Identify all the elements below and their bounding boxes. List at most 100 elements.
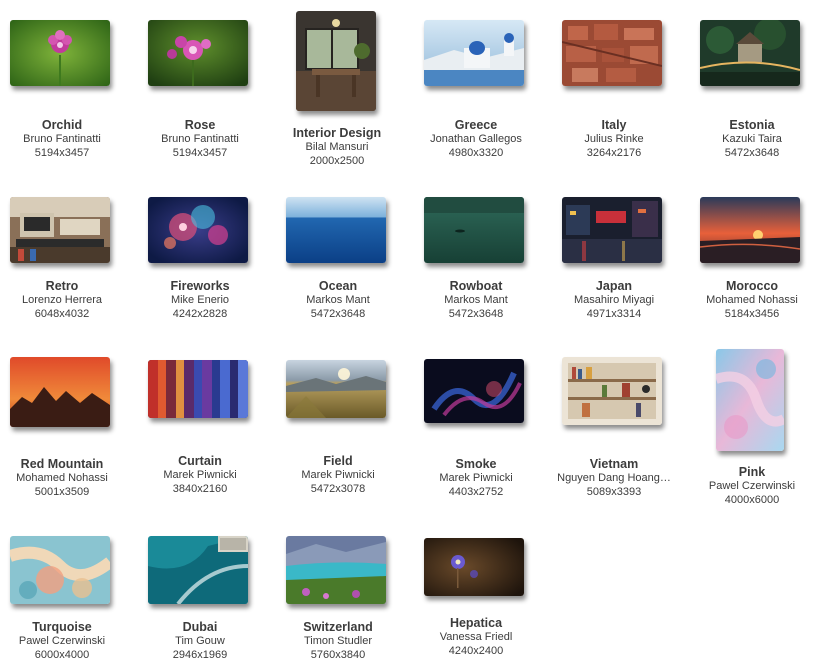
wallpaper-resolution: 5472x3648	[448, 308, 504, 320]
wallpaper-thumbnail[interactable]	[424, 538, 524, 596]
wallpaper-thumbnail[interactable]	[700, 20, 800, 86]
wallpaper-italy[interactable]: Italy Julius Rinke 3264x2176	[545, 18, 683, 168]
wallpaper-resolution: 6048x4032	[34, 308, 90, 320]
wallpaper-resolution: 4403x2752	[448, 486, 504, 498]
wallpaper-author: Marek Piwnicki	[301, 469, 375, 481]
wallpaper-title: Estonia	[729, 118, 775, 132]
wallpaper-title: Switzerland	[303, 620, 373, 634]
wallpaper-thumbnail[interactable]	[148, 536, 248, 604]
wallpaper-thumbnail[interactable]	[562, 357, 662, 425]
wallpaper-resolution: 5184x3456	[724, 308, 780, 320]
wallpaper-thumbnail[interactable]	[716, 349, 784, 451]
wallpaper-thumbnail[interactable]	[148, 197, 248, 263]
wallpaper-thumbnail[interactable]	[148, 360, 248, 418]
wallpaper-author: Mohamed Nohassi	[16, 472, 108, 484]
wallpaper-author: Masahiro Miyagi	[573, 294, 655, 306]
wallpaper-thumbnail[interactable]	[424, 20, 524, 86]
wallpaper-resolution: 6000x4000	[34, 649, 90, 661]
wallpaper-title: Hepatica	[449, 616, 503, 630]
wallpaper-title: Rose	[184, 118, 216, 132]
wallpaper-interior-design[interactable]: Interior Design Bilal Mansuri 2000x2500	[268, 10, 406, 170]
wallpaper-thumbnail[interactable]	[562, 197, 662, 263]
wallpaper-vietnam[interactable]: Vietnam Nguyen Dang Hoang… 5089x3393	[545, 355, 683, 505]
wallpaper-author: Mike Enerio	[170, 294, 230, 306]
wallpaper-author: Mohamed Nohassi	[706, 294, 798, 306]
wallpaper-morocco[interactable]: Morocco Mohamed Nohassi 5184x3456	[683, 195, 821, 325]
wallpaper-resolution: 5472x3078	[310, 483, 366, 495]
wallpaper-resolution: 3840x2160	[172, 483, 228, 495]
wallpaper-smoke[interactable]: Smoke Marek Piwnicki 4403x2752	[407, 357, 545, 507]
wallpaper-red-mountain[interactable]: Red Mountain Mohamed Nohassi 5001x3509	[0, 355, 131, 505]
wallpaper-author: Marek Piwnicki	[163, 469, 237, 481]
wallpaper-resolution: 5472x3648	[724, 147, 780, 159]
wallpaper-title: Turquoise	[32, 620, 92, 634]
wallpaper-rowboat[interactable]: Rowboat Markos Mant 5472x3648	[407, 195, 545, 325]
wallpaper-author: Bilal Mansuri	[305, 141, 369, 153]
wallpaper-author: Tim Gouw	[175, 635, 225, 647]
wallpaper-resolution: 5472x3648	[310, 308, 366, 320]
wallpaper-title: Vietnam	[589, 457, 639, 471]
wallpaper-thumbnail[interactable]	[424, 197, 524, 263]
wallpaper-japan[interactable]: Japan Masahiro Miyagi 4971x3314	[545, 195, 683, 325]
wallpaper-thumbnail[interactable]	[10, 357, 110, 427]
wallpaper-title: Italy	[601, 118, 627, 132]
wallpaper-resolution: 5001x3509	[34, 486, 90, 498]
wallpaper-thumbnail[interactable]	[10, 536, 110, 604]
wallpaper-thumbnail[interactable]	[286, 360, 386, 418]
wallpaper-author: Marek Piwnicki	[439, 472, 513, 484]
wallpaper-thumbnail[interactable]	[10, 197, 110, 263]
wallpaper-author: Bruno Fantinatti	[161, 133, 239, 145]
wallpaper-title: Ocean	[318, 279, 358, 293]
wallpaper-thumbnail[interactable]	[10, 20, 110, 86]
wallpaper-author: Kazuki Taira	[722, 133, 782, 145]
wallpaper-thumbnail[interactable]	[700, 197, 800, 263]
wallpaper-curtain[interactable]: Curtain Marek Piwnicki 3840x2160	[131, 358, 269, 508]
wallpaper-title: Smoke	[455, 457, 497, 471]
wallpaper-resolution: 4971x3314	[586, 308, 642, 320]
wallpaper-ocean[interactable]: Ocean Markos Mant 5472x3648	[269, 195, 407, 325]
wallpaper-title: Fireworks	[170, 279, 230, 293]
wallpaper-dubai[interactable]: Dubai Tim Gouw 2946x1969	[131, 534, 269, 664]
wallpaper-title: Rowboat	[449, 279, 503, 293]
wallpaper-title: Interior Design	[292, 126, 382, 140]
wallpaper-author: Timon Studler	[303, 635, 373, 647]
wallpaper-fireworks[interactable]: Fireworks Mike Enerio 4242x2828	[131, 195, 269, 325]
wallpaper-title: Curtain	[178, 454, 222, 468]
wallpaper-resolution: 4240x2400	[448, 645, 504, 657]
wallpaper-author: Bruno Fantinatti	[23, 133, 101, 145]
wallpaper-resolution: 5194x3457	[34, 147, 90, 159]
wallpaper-turquoise[interactable]: Turquoise Pawel Czerwinski 6000x4000	[0, 534, 131, 664]
wallpaper-resolution: 5194x3457	[172, 147, 228, 159]
wallpaper-thumbnail[interactable]	[296, 11, 376, 111]
wallpaper-resolution: 5089x3393	[586, 486, 642, 498]
wallpaper-author: Jonathan Gallegos	[430, 133, 522, 145]
wallpaper-hepatica[interactable]: Hepatica Vanessa Friedl 4240x2400	[407, 536, 545, 666]
wallpaper-author: Pawel Czerwinski	[18, 635, 106, 647]
wallpaper-switzerland[interactable]: Switzerland Timon Studler 5760x3840	[269, 534, 407, 664]
wallpaper-thumbnail[interactable]	[562, 20, 662, 86]
wallpaper-title: Field	[323, 454, 353, 468]
wallpaper-greece[interactable]: Greece Jonathan Gallegos 4980x3320	[407, 18, 545, 168]
wallpaper-title: Japan	[595, 279, 633, 293]
wallpaper-title: Morocco	[725, 279, 779, 293]
wallpaper-orchid[interactable]: Orchid Bruno Fantinatti 5194x3457	[0, 18, 131, 168]
wallpaper-author: Lorenzo Herrera	[21, 294, 103, 306]
wallpaper-resolution: 2946x1969	[172, 649, 228, 661]
wallpaper-title: Dubai	[182, 620, 218, 634]
wallpaper-resolution: 2000x2500	[309, 155, 365, 167]
wallpaper-field[interactable]: Field Marek Piwnicki 5472x3078	[269, 358, 407, 508]
wallpaper-title: Retro	[45, 279, 79, 293]
wallpaper-thumbnail[interactable]	[286, 197, 386, 263]
wallpaper-author: Pawel Czerwinski	[708, 480, 796, 492]
wallpaper-thumbnail[interactable]	[148, 20, 248, 86]
wallpaper-title: Greece	[454, 118, 498, 132]
wallpaper-retro[interactable]: Retro Lorenzo Herrera 6048x4032	[0, 195, 131, 325]
wallpaper-thumbnail[interactable]	[286, 536, 386, 604]
wallpaper-resolution: 5760x3840	[310, 649, 366, 661]
wallpaper-pink[interactable]: Pink Pawel Czerwinski 4000x6000	[683, 347, 821, 517]
wallpaper-estonia[interactable]: Estonia Kazuki Taira 5472x3648	[683, 18, 821, 168]
wallpaper-thumbnail[interactable]	[424, 359, 524, 423]
wallpaper-resolution: 4242x2828	[172, 308, 228, 320]
wallpaper-rose[interactable]: Rose Bruno Fantinatti 5194x3457	[131, 18, 269, 168]
wallpaper-title: Red Mountain	[20, 457, 104, 471]
